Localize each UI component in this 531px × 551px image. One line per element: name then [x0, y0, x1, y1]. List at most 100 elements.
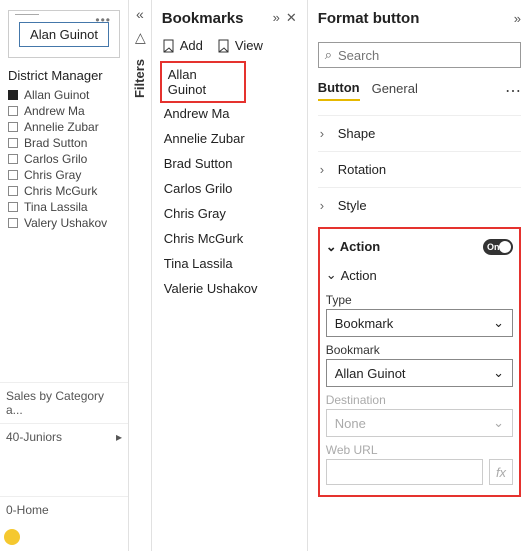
slicer-item[interactable]: Chris McGurk: [4, 183, 124, 199]
action-header-label: Action: [340, 239, 380, 254]
type-value: Bookmark: [335, 316, 394, 331]
type-select[interactable]: Bookmark ⌄: [326, 309, 513, 337]
web-url-input: [326, 459, 483, 485]
slicer-item[interactable]: Valery Ushakov: [4, 215, 124, 231]
tab-general[interactable]: General: [372, 81, 418, 100]
checkbox-icon[interactable]: [8, 90, 18, 100]
section-label: Rotation: [338, 162, 386, 177]
fx-button[interactable]: fx: [489, 459, 513, 485]
more-icon[interactable]: ⋯: [505, 81, 521, 101]
visual-title: 0-Home: [6, 503, 49, 517]
action-toggle[interactable]: On: [483, 239, 513, 255]
checkbox-icon[interactable]: [8, 202, 18, 212]
bookmark-item[interactable]: Allan Guinot: [162, 63, 244, 101]
format-tabs: Button General ⋯: [318, 80, 521, 101]
section-action: ⌄ Action On ⌄Action Type Bookmark⌄ Bookm…: [318, 227, 521, 497]
section-style[interactable]: › Style: [318, 187, 521, 223]
slicer-item[interactable]: Allan Guinot: [4, 87, 124, 103]
slicer-item-label: Annelie Zubar: [24, 120, 99, 134]
destination-select: None⌄: [326, 409, 513, 437]
bookmark-select[interactable]: Allan Guinot ⌄: [326, 359, 513, 387]
chevron-right-icon: ›: [320, 198, 332, 213]
slicer-item-label: Carlos Grilo: [24, 152, 87, 166]
bookmark-item[interactable]: Andrew Ma: [162, 101, 297, 126]
slicer-item[interactable]: Tina Lassila: [4, 199, 124, 215]
drag-handle-icon: [15, 13, 39, 15]
slicer-item-label: Andrew Ma: [24, 104, 85, 118]
add-bookmark-button[interactable]: Add: [162, 38, 203, 53]
checkbox-icon[interactable]: [8, 154, 18, 164]
checkbox-icon[interactable]: [8, 170, 18, 180]
slicer-item[interactable]: Carlos Grilo: [4, 151, 124, 167]
action-sub-label: Action: [341, 268, 377, 283]
bookmark-label: Bookmark: [326, 343, 513, 357]
slicer-item-label: Brad Sutton: [24, 136, 87, 150]
format-title: Format button: [318, 10, 420, 27]
checkbox-icon[interactable]: [8, 218, 18, 228]
collapse-icon[interactable]: «: [136, 6, 144, 22]
checkbox-icon[interactable]: [8, 106, 18, 116]
bookmark-label: Tina Lassila: [164, 256, 233, 271]
chevron-down-icon: ⌄: [493, 315, 504, 331]
view-bookmark-button[interactable]: View: [217, 38, 263, 53]
chevron-down-icon[interactable]: ⌄: [326, 239, 337, 254]
section-rotation[interactable]: ›Rotation: [318, 151, 521, 187]
checkbox-icon[interactable]: [8, 138, 18, 148]
expand-icon[interactable]: »: [514, 11, 521, 26]
visual-header[interactable]: 0-Home: [0, 496, 128, 523]
slicer-item-label: Chris Gray: [24, 168, 81, 182]
format-search[interactable]: ⌕: [318, 42, 521, 68]
checkbox-icon[interactable]: [8, 122, 18, 132]
chevron-down-icon: ⌄: [326, 267, 337, 283]
bookmark-item[interactable]: Tina Lassila: [162, 251, 297, 276]
bookmark-label: Chris McGurk: [164, 231, 243, 246]
chevron-right-icon[interactable]: ▸: [116, 430, 122, 444]
bookmark-label: Valerie Ushakov: [164, 281, 258, 296]
slicer-item[interactable]: Chris Gray: [4, 167, 124, 183]
slicer-item[interactable]: Annelie Zubar: [4, 119, 124, 135]
section-label: Style: [338, 198, 367, 213]
toggle-label: On: [487, 242, 500, 252]
bookmark-item[interactable]: Brad Sutton: [162, 151, 297, 176]
filters-label: Filters: [132, 59, 147, 98]
bookmark-label: Allan Guinot: [168, 67, 206, 97]
bookmark-item[interactable]: Annelie Zubar: [162, 126, 297, 151]
filter-icon[interactable]: ▷: [131, 33, 148, 44]
search-input[interactable]: [338, 48, 514, 63]
canvas-bottom: Sales by Category a... 40-Juniors▸ 0-Hom…: [0, 382, 128, 551]
chevron-right-icon: ›: [320, 126, 332, 141]
close-icon[interactable]: ✕: [286, 10, 297, 26]
search-icon: ⌕: [325, 47, 332, 63]
bookmark-item[interactable]: Chris McGurk: [162, 226, 297, 251]
add-label: Add: [180, 38, 203, 53]
visual-header[interactable]: 40-Juniors▸: [0, 423, 128, 450]
slicer-item-label: Chris McGurk: [24, 184, 97, 198]
tab-button[interactable]: Button: [318, 80, 360, 101]
button-visual[interactable]: ••• Alan Guinot: [8, 10, 120, 58]
destination-value: None: [335, 416, 366, 431]
action-subsection[interactable]: ⌄ Action: [326, 267, 513, 283]
slicer-item[interactable]: Brad Sutton: [4, 135, 124, 151]
bookmark-item[interactable]: Chris Gray: [162, 201, 297, 226]
bookmark-value: Allan Guinot: [335, 366, 406, 381]
expand-icon[interactable]: »: [273, 10, 280, 26]
report-canvas: ••• Alan Guinot District Manager Allan G…: [0, 0, 129, 551]
bookmark-item[interactable]: Carlos Grilo: [162, 176, 297, 201]
chevron-down-icon: ⌄: [493, 365, 504, 381]
format-pane: Format button » ⌕ Button General ⋯ ›Shap…: [308, 0, 531, 551]
filters-rail[interactable]: « ▷ Filters: [129, 0, 152, 551]
visual-header[interactable]: Sales by Category a...: [0, 382, 128, 423]
slicer-item-label: Tina Lassila: [24, 200, 88, 214]
bookmark-item[interactable]: Valerie Ushakov: [162, 276, 297, 301]
checkbox-icon[interactable]: [8, 186, 18, 196]
slicer-list: Allan Guinot Andrew Ma Annelie Zubar Bra…: [4, 87, 124, 231]
web-url-label: Web URL: [326, 443, 513, 457]
slicer-item[interactable]: Andrew Ma: [4, 103, 124, 119]
section-shape[interactable]: ›Shape: [318, 115, 521, 151]
bookmark-label: Brad Sutton: [164, 156, 233, 171]
more-icon[interactable]: •••: [95, 13, 111, 27]
slicer-title: District Manager: [8, 68, 120, 83]
chart-marker-icon: [4, 529, 20, 545]
bookmark-add-icon: [162, 39, 176, 53]
type-label: Type: [326, 293, 513, 307]
